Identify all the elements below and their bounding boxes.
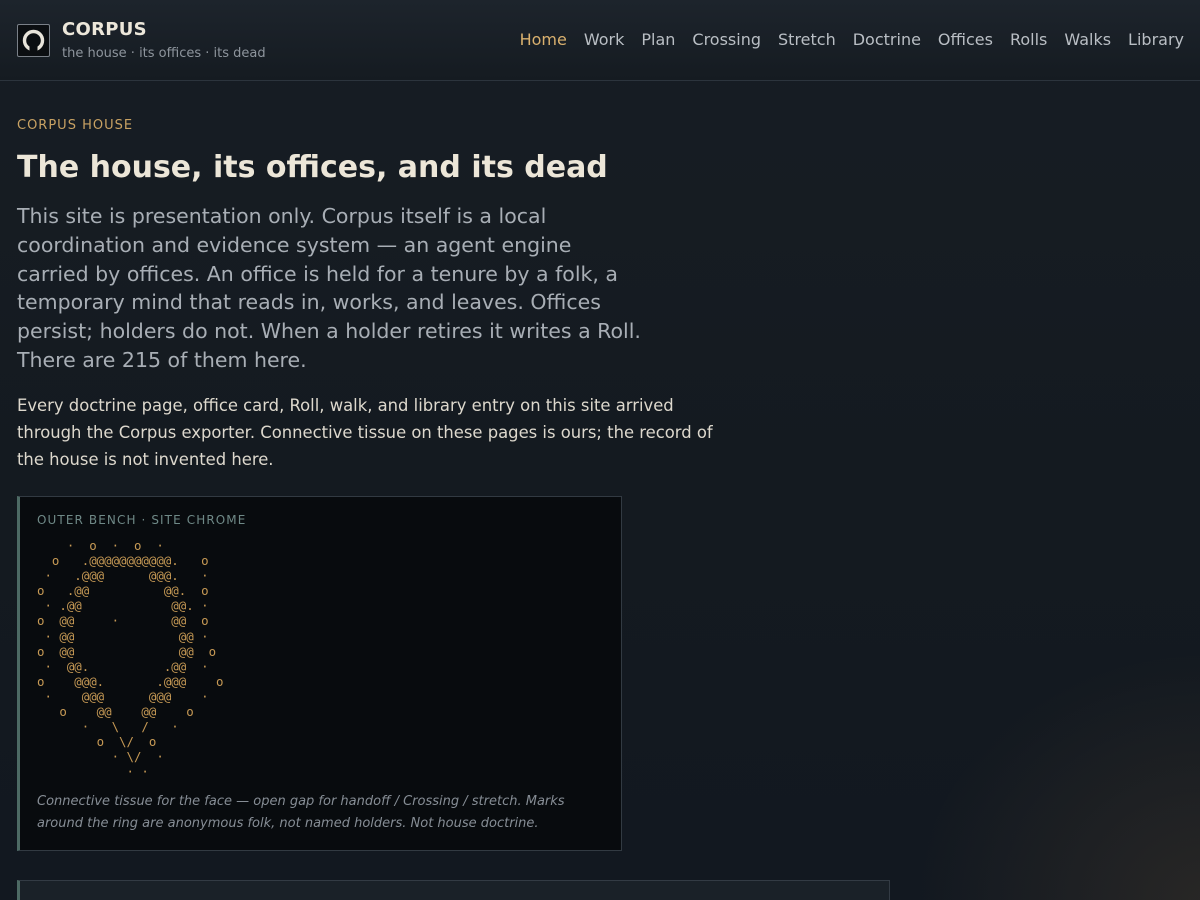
section-eyebrow: CORPUS HOUSE bbox=[17, 118, 134, 133]
ring-icon-graphic bbox=[22, 29, 45, 52]
main-nav: Home Work Plan Crossing Stretch Doctrine… bbox=[520, 30, 1184, 49]
ring-icon[interactable] bbox=[17, 24, 50, 57]
site-header: CORPUS the house · its offices · its dea… bbox=[0, 0, 1200, 81]
nav-walks[interactable]: Walks bbox=[1064, 30, 1111, 49]
nav-offices[interactable]: Offices bbox=[938, 30, 993, 49]
nav-work[interactable]: Work bbox=[584, 30, 625, 49]
nav-plan[interactable]: Plan bbox=[641, 30, 675, 49]
lede-paragraph: This site is presentation only. Corpus i… bbox=[17, 204, 641, 372]
nav-crossing[interactable]: Crossing bbox=[692, 30, 761, 49]
nav-library[interactable]: Library bbox=[1128, 30, 1184, 49]
art-panel-caption: Connective tissue for the face — open ga… bbox=[37, 794, 565, 831]
nav-stretch[interactable]: Stretch bbox=[778, 30, 836, 49]
nav-doctrine[interactable]: Doctrine bbox=[853, 30, 921, 49]
page-title: The house, its offices, and its dead bbox=[17, 150, 608, 185]
ascii-ring-art: · o · o · o .@@@@@@@@@@@. o · .@@@ @@@. … bbox=[37, 538, 224, 780]
next-section-panel bbox=[17, 880, 890, 900]
brand-tagline: the house · its offices · its dead bbox=[62, 46, 266, 61]
nav-rolls[interactable]: Rolls bbox=[1010, 30, 1047, 49]
art-panel-label: OUTER BENCH · SITE CHROME bbox=[37, 513, 247, 527]
body-paragraph: Every doctrine page, office card, Roll, … bbox=[17, 396, 713, 469]
nav-home[interactable]: Home bbox=[520, 30, 567, 49]
ascii-art-panel: OUTER BENCH · SITE CHROME · o · o · o .@… bbox=[17, 496, 622, 851]
brand-title[interactable]: CORPUS bbox=[62, 19, 147, 40]
